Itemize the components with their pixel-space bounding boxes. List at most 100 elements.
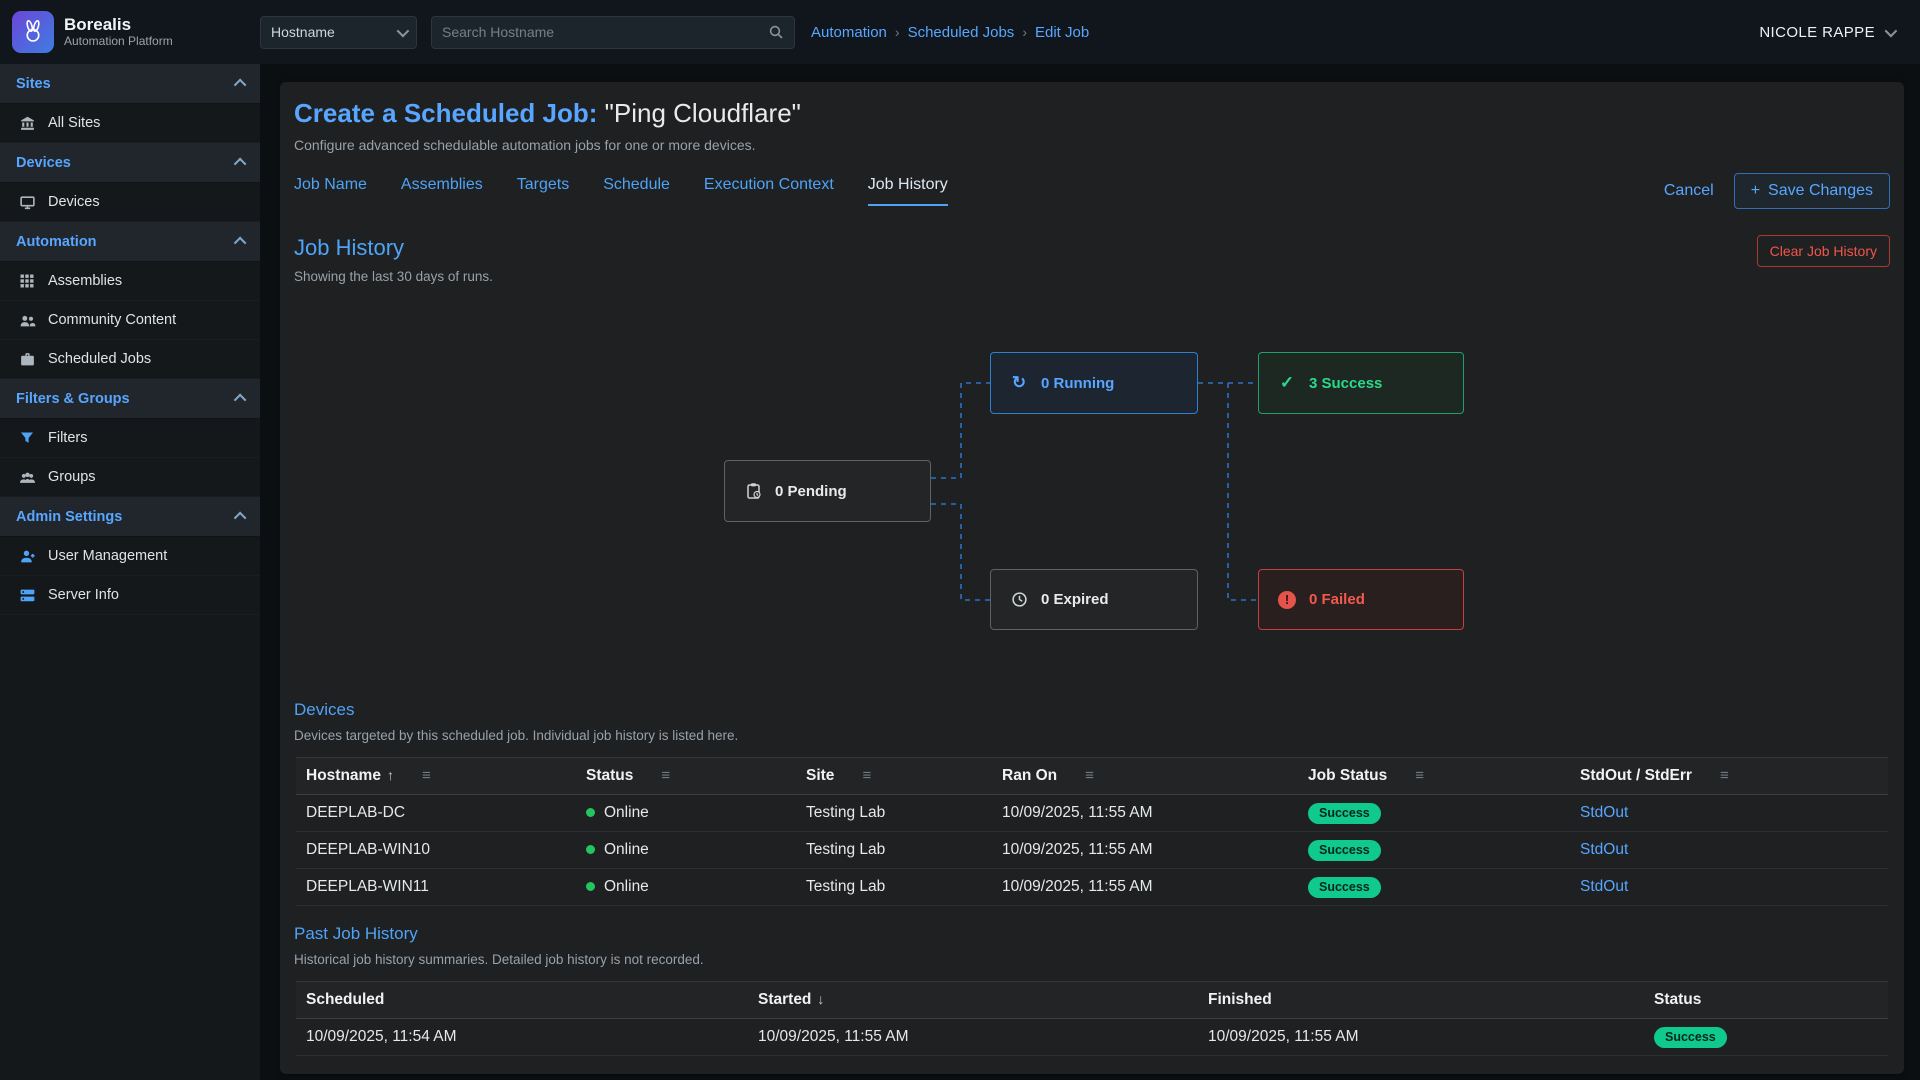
flow-box-running[interactable]: ↻ 0 Running — [990, 352, 1198, 414]
devices-icon — [18, 193, 36, 211]
sidebar-item-label: Scheduled Jobs — [48, 351, 151, 367]
sidebar-item-filters[interactable]: Filters — [0, 419, 260, 458]
filter-menu-icon[interactable]: ≡ — [422, 767, 431, 784]
main-content: Create a Scheduled Job: "Ping Cloudflare… — [260, 64, 1920, 1080]
clear-job-history-button[interactable]: Clear Job History — [1757, 235, 1890, 267]
filter-menu-icon[interactable]: ≡ — [1085, 767, 1094, 784]
sidebar-item-label: Devices — [48, 194, 100, 210]
sidebar-item-label: Groups — [48, 469, 96, 485]
stdout-cell: StdOut — [1570, 795, 1888, 832]
column-header-job-status[interactable]: Job Status≡ — [1298, 758, 1570, 795]
save-changes-button[interactable]: + Save Changes — [1734, 173, 1890, 209]
user-menu[interactable]: NICOLE RAPPE — [1759, 24, 1920, 41]
job-status-cell: Success — [1298, 832, 1570, 869]
status-cell: Success — [1644, 1019, 1888, 1056]
tab-assemblies[interactable]: Assemblies — [401, 176, 483, 206]
hostname-select[interactable]: Hostname — [260, 16, 417, 49]
devices-subheading: Devices targeted by this scheduled job. … — [294, 728, 738, 743]
borealis-logo-icon — [12, 11, 54, 53]
tab-execution-context[interactable]: Execution Context — [704, 176, 834, 206]
column-header-finished[interactable]: Finished — [1198, 982, 1644, 1019]
chevron-up-icon — [234, 512, 247, 525]
sidebar-section-label: Devices — [16, 155, 71, 171]
scheduled-cell: 10/09/2025, 11:54 AM — [296, 1019, 748, 1056]
filter-menu-icon[interactable]: ≡ — [1720, 767, 1729, 784]
sort-descending-icon[interactable]: ↓ — [817, 991, 824, 1007]
status-cell: Online — [576, 832, 796, 869]
online-dot-icon — [586, 808, 595, 817]
flow-box-success[interactable]: ✓ 3 Success — [1258, 352, 1464, 414]
sidebar-item-label: All Sites — [48, 115, 100, 131]
sites-icon — [18, 114, 36, 132]
community-content-icon — [18, 311, 36, 329]
sidebar-item-scheduled-jobs[interactable]: Scheduled Jobs — [0, 340, 260, 379]
sidebar-section-sites[interactable]: Sites — [0, 64, 260, 104]
sidebar-item-devices[interactable]: Devices — [0, 183, 260, 222]
sidebar-section-filters-groups[interactable]: Filters & Groups — [0, 379, 260, 419]
sidebar-item-groups[interactable]: Groups — [0, 458, 260, 497]
breadcrumb-separator: › — [895, 24, 900, 40]
tab-targets[interactable]: Targets — [517, 176, 569, 206]
breadcrumb: Automation › Scheduled Jobs › Edit Job — [811, 24, 1089, 41]
devices-section-header: Devices Devices targeted by this schedul… — [294, 700, 1890, 743]
breadcrumb-automation[interactable]: Automation — [811, 24, 887, 41]
column-header-scheduled[interactable]: Scheduled — [296, 982, 748, 1019]
breadcrumb-edit-job[interactable]: Edit Job — [1035, 24, 1089, 41]
flow-box-failed[interactable]: ! 0 Failed — [1258, 569, 1464, 630]
flow-box-label: 0 Running — [1041, 375, 1114, 392]
ran-on-cell: 10/09/2025, 11:55 AM — [992, 869, 1298, 906]
online-dot-icon — [586, 882, 595, 891]
sidebar-item-all-sites[interactable]: All Sites — [0, 104, 260, 143]
sidebar-section-devices[interactable]: Devices — [0, 143, 260, 183]
breadcrumb-separator: › — [1022, 24, 1027, 40]
job-status-cell: Success — [1298, 869, 1570, 906]
filter-menu-icon[interactable]: ≡ — [661, 767, 670, 784]
job-status-cell: Success — [1298, 795, 1570, 832]
sidebar-item-server-info[interactable]: Server Info — [0, 576, 260, 615]
chevron-down-icon — [1885, 24, 1898, 37]
stdout-link[interactable]: StdOut — [1580, 878, 1628, 895]
column-header-ran-on[interactable]: Ran On≡ — [992, 758, 1298, 795]
column-header-started[interactable]: Started↓ — [748, 982, 1198, 1019]
search-icon[interactable] — [768, 24, 784, 40]
filter-menu-icon[interactable]: ≡ — [1415, 767, 1424, 784]
column-header-status[interactable]: Status≡ — [576, 758, 796, 795]
stdout-link[interactable]: StdOut — [1580, 804, 1628, 821]
table-row: DEEPLAB-WIN11 Online Testing Lab 10/09/2… — [296, 869, 1888, 906]
user-management-icon — [18, 547, 36, 565]
breadcrumb-scheduled-jobs[interactable]: Scheduled Jobs — [908, 24, 1015, 41]
sidebar-item-label: Filters — [48, 430, 87, 446]
sidebar-section-label: Automation — [16, 234, 97, 250]
flow-box-expired[interactable]: 0 Expired — [990, 569, 1198, 630]
tab-job-name[interactable]: Job Name — [294, 176, 367, 206]
status-badge: Success — [1308, 877, 1381, 898]
table-row: 10/09/2025, 11:54 AM 10/09/2025, 11:55 A… — [296, 1019, 1888, 1056]
column-header-hostname[interactable]: Hostname↑≡ — [296, 758, 576, 795]
past-job-history-heading: Past Job History — [294, 924, 704, 944]
save-changes-label: Save Changes — [1768, 182, 1873, 200]
sidebar-item-assemblies[interactable]: Assemblies — [0, 262, 260, 301]
sort-ascending-icon[interactable]: ↑ — [387, 767, 394, 783]
assemblies-icon — [18, 272, 36, 290]
tab-job-history[interactable]: Job History — [868, 176, 948, 206]
search-input[interactable] — [442, 24, 768, 40]
tab-schedule[interactable]: Schedule — [603, 176, 670, 206]
sidebar-item-community-content[interactable]: Community Content — [0, 301, 260, 340]
search-box — [431, 16, 795, 49]
cancel-button[interactable]: Cancel — [1664, 182, 1714, 200]
column-header-site[interactable]: Site≡ — [796, 758, 992, 795]
column-header-stdout[interactable]: StdOut / StdErr≡ — [1570, 758, 1888, 795]
sidebar-section-admin-settings[interactable]: Admin Settings — [0, 497, 260, 537]
stdout-link[interactable]: StdOut — [1580, 841, 1628, 858]
column-header-status[interactable]: Status — [1644, 982, 1888, 1019]
page-title: Create a Scheduled Job: "Ping Cloudflare… — [294, 98, 1890, 129]
table-row: DEEPLAB-WIN10 Online Testing Lab 10/09/2… — [296, 832, 1888, 869]
finished-cell: 10/09/2025, 11:55 AM — [1198, 1019, 1644, 1056]
filter-menu-icon[interactable]: ≡ — [862, 767, 871, 784]
sidebar-section-label: Admin Settings — [16, 509, 122, 525]
flow-box-pending[interactable]: 0 Pending — [724, 460, 931, 522]
sidebar-item-user-management[interactable]: User Management — [0, 537, 260, 576]
sidebar-section-automation[interactable]: Automation — [0, 222, 260, 262]
chevron-up-icon — [234, 79, 247, 92]
user-name: NICOLE RAPPE — [1759, 24, 1875, 41]
